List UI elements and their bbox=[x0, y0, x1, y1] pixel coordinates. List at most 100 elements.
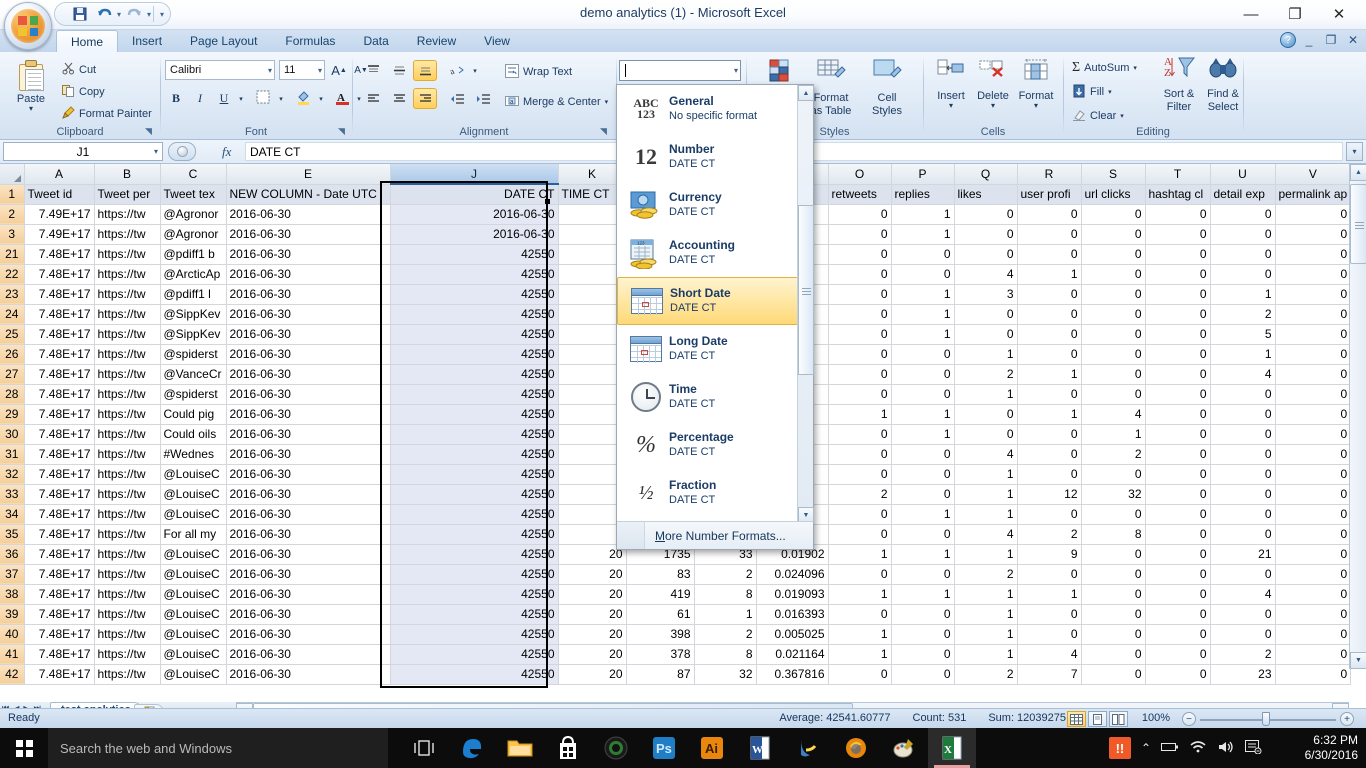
cell-S29[interactable]: 4 bbox=[1081, 404, 1146, 425]
cell-A29[interactable]: 7.48E+17 bbox=[24, 404, 95, 425]
ribbon-close-button[interactable]: ✕ bbox=[1344, 31, 1362, 49]
cell-A3[interactable]: 7.49E+17 bbox=[24, 224, 95, 245]
row-header-22[interactable]: 22 bbox=[0, 264, 25, 285]
align-left-button[interactable] bbox=[361, 88, 385, 109]
cell-K40[interactable]: 20 bbox=[558, 624, 627, 645]
cell-A36[interactable]: 7.48E+17 bbox=[24, 544, 95, 565]
cell-C30[interactable]: Could oils bbox=[160, 424, 227, 445]
tab-home[interactable]: Home bbox=[56, 30, 119, 52]
cell-J35[interactable]: 42550 bbox=[390, 524, 559, 545]
row-header-27[interactable]: 27 bbox=[0, 364, 25, 385]
cell-Q31[interactable]: 4 bbox=[954, 444, 1018, 465]
cell-V29[interactable]: 0 bbox=[1275, 404, 1352, 425]
cell-T36[interactable]: 0 bbox=[1145, 544, 1211, 565]
cell-S37[interactable]: 0 bbox=[1081, 564, 1146, 585]
firefox-icon[interactable] bbox=[832, 728, 880, 768]
cell-Q36[interactable]: 1 bbox=[954, 544, 1018, 565]
cell-Q30[interactable]: 0 bbox=[954, 424, 1018, 445]
cell-U39[interactable]: 0 bbox=[1210, 604, 1276, 625]
format-item-time[interactable]: Time DATE CT bbox=[617, 373, 799, 421]
font-name-combo[interactable]: Calibri ▾ bbox=[165, 60, 275, 80]
cell-C27[interactable]: @VanceCr bbox=[160, 364, 227, 385]
cell-E25[interactable]: 2016-06-30 bbox=[226, 324, 391, 345]
cell-A39[interactable]: 7.48E+17 bbox=[24, 604, 95, 625]
cell-L42[interactable]: 87 bbox=[626, 664, 695, 685]
cell-B23[interactable]: https://tw bbox=[94, 284, 161, 305]
cell-J33[interactable]: 42550 bbox=[390, 484, 559, 505]
cell-T31[interactable]: 0 bbox=[1145, 444, 1211, 465]
cell-U3[interactable]: 0 bbox=[1210, 224, 1276, 245]
cell-R22[interactable]: 1 bbox=[1017, 264, 1082, 285]
cell-R35[interactable]: 2 bbox=[1017, 524, 1082, 545]
cell-Q42[interactable]: 2 bbox=[954, 664, 1018, 685]
cell-V1[interactable]: permalink ap bbox=[1275, 184, 1352, 205]
cell-J30[interactable]: 42550 bbox=[390, 424, 559, 445]
row-header-41[interactable]: 41 bbox=[0, 644, 25, 665]
clear-dropdown-arrow[interactable]: ▾ bbox=[1120, 112, 1124, 120]
cell-J38[interactable]: 42550 bbox=[390, 584, 559, 605]
paint-icon[interactable] bbox=[880, 728, 928, 768]
file-explorer-icon[interactable] bbox=[496, 728, 544, 768]
cell-P33[interactable]: 0 bbox=[891, 484, 955, 505]
cell-B24[interactable]: https://tw bbox=[94, 304, 161, 325]
cell-A30[interactable]: 7.48E+17 bbox=[24, 424, 95, 445]
cell-A34[interactable]: 7.48E+17 bbox=[24, 504, 95, 525]
cell-O38[interactable]: 1 bbox=[828, 584, 892, 605]
menu-scrollbar[interactable]: ▲ ▼ bbox=[797, 85, 814, 523]
cell-C2[interactable]: @Agronor bbox=[160, 204, 227, 225]
row-header-21[interactable]: 21 bbox=[0, 244, 25, 265]
cell-M41[interactable]: 8 bbox=[694, 644, 757, 665]
orientation-dropdown-arrow[interactable]: ▾ bbox=[469, 60, 481, 81]
cell-P40[interactable]: 0 bbox=[891, 624, 955, 645]
cell-K38[interactable]: 20 bbox=[558, 584, 627, 605]
autosum-dropdown-arrow[interactable]: ▾ bbox=[1133, 64, 1137, 72]
cell-O22[interactable]: 0 bbox=[828, 264, 892, 285]
tab-view[interactable]: View bbox=[470, 30, 524, 52]
cell-L41[interactable]: 378 bbox=[626, 644, 695, 665]
cell-T39[interactable]: 0 bbox=[1145, 604, 1211, 625]
insert-dropdown-arrow[interactable]: ▾ bbox=[949, 102, 953, 110]
cell-E28[interactable]: 2016-06-30 bbox=[226, 384, 391, 405]
row-header-31[interactable]: 31 bbox=[0, 444, 25, 465]
selection-fill-handle[interactable] bbox=[545, 199, 550, 204]
cell-C1[interactable]: Tweet tex bbox=[160, 184, 227, 205]
start-button[interactable] bbox=[0, 728, 48, 768]
cell-E26[interactable]: 2016-06-30 bbox=[226, 344, 391, 365]
cell-C29[interactable]: Could pig bbox=[160, 404, 227, 425]
scroll-up-button[interactable]: ▲ bbox=[1350, 164, 1366, 181]
cell-A31[interactable]: 7.48E+17 bbox=[24, 444, 95, 465]
cell-T42[interactable]: 0 bbox=[1145, 664, 1211, 685]
cell-U28[interactable]: 0 bbox=[1210, 384, 1276, 405]
column-header-e[interactable]: E bbox=[226, 164, 391, 185]
font-size-arrow[interactable]: ▾ bbox=[318, 66, 322, 75]
format-item-percentage[interactable]: % Percentage DATE CT bbox=[617, 421, 799, 469]
excel-icon[interactable]: X bbox=[928, 728, 976, 768]
cell-E42[interactable]: 2016-06-30 bbox=[226, 664, 391, 685]
cell-U34[interactable]: 0 bbox=[1210, 504, 1276, 525]
store-icon[interactable] bbox=[544, 728, 592, 768]
cell-O25[interactable]: 0 bbox=[828, 324, 892, 345]
cell-T41[interactable]: 0 bbox=[1145, 644, 1211, 665]
cell-U32[interactable]: 0 bbox=[1210, 464, 1276, 485]
cell-O23[interactable]: 0 bbox=[828, 284, 892, 305]
cell-M40[interactable]: 2 bbox=[694, 624, 757, 645]
cell-E21[interactable]: 2016-06-30 bbox=[226, 244, 391, 265]
cell-U29[interactable]: 0 bbox=[1210, 404, 1276, 425]
row-header-30[interactable]: 30 bbox=[0, 424, 25, 445]
cell-Q25[interactable]: 0 bbox=[954, 324, 1018, 345]
row-header-32[interactable]: 32 bbox=[0, 464, 25, 485]
cell-V35[interactable]: 0 bbox=[1275, 524, 1352, 545]
cell-B27[interactable]: https://tw bbox=[94, 364, 161, 385]
cell-K42[interactable]: 20 bbox=[558, 664, 627, 685]
cell-U40[interactable]: 0 bbox=[1210, 624, 1276, 645]
cell-Q3[interactable]: 0 bbox=[954, 224, 1018, 245]
help-icon[interactable]: ? bbox=[1280, 32, 1296, 48]
row-header-40[interactable]: 40 bbox=[0, 624, 25, 645]
cell-T25[interactable]: 0 bbox=[1145, 324, 1211, 345]
row-header-28[interactable]: 28 bbox=[0, 384, 25, 405]
cell-T29[interactable]: 0 bbox=[1145, 404, 1211, 425]
cell-S1[interactable]: url clicks bbox=[1081, 184, 1146, 205]
cell-U23[interactable]: 1 bbox=[1210, 284, 1276, 305]
cell-Q39[interactable]: 1 bbox=[954, 604, 1018, 625]
vertical-scroll-thumb[interactable] bbox=[1350, 184, 1366, 264]
